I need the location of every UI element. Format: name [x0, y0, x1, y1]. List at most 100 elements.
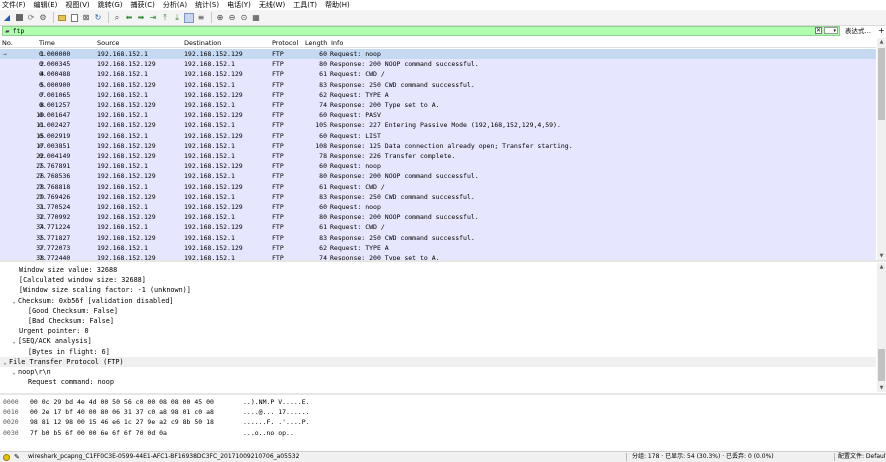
- menu-item[interactable]: 文件(F): [2, 0, 26, 10]
- packet-details-pane[interactable]: Window size value: 32688 [Calculated wind…: [0, 263, 876, 392]
- packet-row[interactable]: 38 7.772440 192.168.152.129 192.168.152.1 FT…: [0, 253, 876, 260]
- scrollbar-thumb[interactable]: [878, 48, 885, 120]
- menu-item[interactable]: 工具(T): [293, 0, 317, 10]
- menu-item[interactable]: 无线(W): [259, 0, 285, 10]
- column-header-source[interactable]: Source: [97, 38, 119, 48]
- menu-item[interactable]: 视图(V): [65, 0, 89, 10]
- packet-row[interactable]: 2 0.000345 192.168.152.129 192.168.152.1 FTP…: [0, 59, 876, 69]
- packet-row[interactable]: 31 7.770524 192.168.152.1 192.168.152.129 FT…: [0, 202, 876, 212]
- column-header-protocol[interactable]: Protocol: [272, 38, 298, 48]
- back-icon[interactable]: ⬅: [124, 13, 134, 23]
- resize-columns-icon[interactable]: ▦: [251, 13, 261, 23]
- packet-cell-len: 105: [315, 121, 327, 130]
- packet-cell-src: 192.168.152.129: [97, 60, 156, 69]
- column-header-length[interactable]: Length: [305, 38, 327, 48]
- packet-row[interactable]: 37 7.772073 192.168.152.1 192.168.152.129 FT…: [0, 243, 876, 253]
- packet-list-scrollbar[interactable]: ▲ ▼: [877, 38, 886, 260]
- packet-row[interactable]: 35 7.771827 192.168.152.129 192.168.152.1 FT…: [0, 233, 876, 243]
- last-icon[interactable]: ⤓: [172, 13, 182, 23]
- scroll-up-icon[interactable]: ▲: [877, 38, 886, 46]
- detail-tree-item[interactable]: [Bad Checksum: False]: [0, 316, 876, 326]
- goto-icon[interactable]: ⇥: [148, 13, 158, 23]
- menu-item[interactable]: 捕获(C): [131, 0, 155, 10]
- first-icon[interactable]: ⤒: [160, 13, 170, 23]
- packet-cell-proto: FTP: [272, 50, 284, 58]
- detail-tree-item[interactable]: Request command: noop: [0, 377, 876, 387]
- detail-tree-item[interactable]: [Calculated window size: 32688]: [0, 275, 876, 285]
- stop-icon[interactable]: [14, 13, 24, 23]
- add-filter-button[interactable]: +: [878, 26, 885, 36]
- zoom-out-icon[interactable]: ⊖: [227, 13, 237, 23]
- autoscroll-icon[interactable]: [184, 12, 194, 23]
- packet-cell-proto: FTP: [272, 131, 284, 140]
- packet-row[interactable]: 4 0.000488 192.168.152.1 192.168.152.129 FTP…: [0, 69, 876, 79]
- scroll-down-icon[interactable]: ▼: [877, 384, 886, 392]
- pane-splitter[interactable]: [0, 260, 886, 262]
- find-icon[interactable]: ⌕: [112, 13, 122, 23]
- packet-list[interactable]: → 1 0.000000 192.168.152.1 192.168.152.129 FT…: [0, 49, 876, 260]
- save-icon[interactable]: [69, 13, 79, 23]
- shark-fin-start-icon[interactable]: ◢: [2, 13, 12, 23]
- apply-filter-dropdown[interactable]: ▾: [824, 27, 838, 34]
- column-header-info[interactable]: Info: [331, 38, 343, 48]
- expert-info-icon[interactable]: [3, 454, 10, 461]
- menu-item[interactable]: 跳转(G): [98, 0, 123, 10]
- options-gear-icon[interactable]: ⚙: [38, 13, 48, 23]
- packet-cell-src: 192.168.152.1: [97, 182, 148, 191]
- packet-row[interactable]: 15 0.002919 192.168.152.1 192.168.152.129 FT…: [0, 131, 876, 141]
- packet-row[interactable]: 11 0.002427 192.168.152.129 192.168.152.1 FT…: [0, 120, 876, 130]
- detail-tree-item[interactable]: ⌄ File Transfer Protocol (FTP): [0, 356, 876, 367]
- detail-tree-item[interactable]: Urgent pointer: 0: [0, 326, 876, 336]
- open-folder-icon[interactable]: [57, 13, 67, 23]
- packet-row[interactable]: 8 0.001257 192.168.152.129 192.168.152.1 FTP…: [0, 100, 876, 110]
- packet-row[interactable]: 7 0.001065 192.168.152.1 192.168.152.129 FTP…: [0, 90, 876, 100]
- profile-label[interactable]: 配置文件: Default: [838, 452, 886, 462]
- detail-tree-item[interactable]: Window size value: 32688: [0, 265, 876, 275]
- bookmark-icon[interactable]: ▰: [5, 28, 10, 35]
- details-scrollbar[interactable]: ▲ ▼: [877, 263, 886, 392]
- menu-item[interactable]: 电话(Y): [227, 0, 251, 10]
- packet-row[interactable]: 5 0.000900 192.168.152.129 192.168.152.1 FTP…: [0, 80, 876, 90]
- detail-tree-item[interactable]: [Window size scaling factor: -1 (unknown…: [0, 285, 876, 295]
- restart-icon[interactable]: ⟳: [26, 13, 36, 23]
- detail-tree-item[interactable]: [Bytes in flight: 6]: [0, 347, 876, 357]
- packet-row[interactable]: → 1 0.000000 192.168.152.1 192.168.152.129 FT…: [0, 49, 876, 60]
- detail-tree-item[interactable]: ⌄ noop\r\n: [0, 367, 876, 377]
- menu-item[interactable]: 编辑(E): [34, 0, 58, 10]
- scroll-up-icon[interactable]: ▲: [877, 263, 886, 271]
- packet-row[interactable]: 34 7.771224 192.168.152.1 192.168.152.129 FT…: [0, 222, 876, 232]
- packet-row[interactable]: 25 7.767891 192.168.152.1 192.168.152.129 FT…: [0, 161, 876, 171]
- column-header-no[interactable]: No.: [2, 38, 13, 48]
- packet-cell-len: 61: [319, 182, 327, 191]
- packet-row[interactable]: 22 0.004149 192.168.152.129 192.168.152.1 FT…: [0, 151, 876, 161]
- clear-filter-icon[interactable]: ✕: [815, 27, 822, 34]
- menu-item[interactable]: 统计(S): [195, 0, 219, 10]
- column-header-time[interactable]: Time: [39, 38, 55, 48]
- packet-row[interactable]: 28 7.768818 192.168.152.1 192.168.152.129 FT…: [0, 182, 876, 192]
- zoom-in-icon[interactable]: ⊕: [215, 13, 225, 23]
- menu-item[interactable]: 帮助(H): [325, 0, 350, 10]
- colorize-icon[interactable]: ≡: [196, 13, 206, 23]
- packet-row[interactable]: 17 0.003851 192.168.152.129 192.168.152.1 FT…: [0, 141, 876, 151]
- packet-bytes-pane[interactable]: 0000 00 0c 29 bd 4e 4d 00 50 56 c0 00 08 …: [0, 396, 876, 448]
- reload-icon[interactable]: ↻: [93, 13, 103, 23]
- menu-item[interactable]: 分析(A): [163, 0, 187, 10]
- packet-row[interactable]: 32 7.770992 192.168.152.129 192.168.152.1 FT…: [0, 212, 876, 222]
- packet-row[interactable]: 26 7.768536 192.168.152.129 192.168.152.1 FT…: [0, 171, 876, 181]
- close-file-icon[interactable]: ⊠: [81, 13, 91, 23]
- scrollbar-thumb[interactable]: [878, 349, 885, 381]
- detail-tree-item[interactable]: [Good Checksum: False]: [0, 306, 876, 316]
- scroll-down-icon[interactable]: ▼: [877, 252, 886, 260]
- detail-tree-item[interactable]: ⌄ Checksum: 0xb56f [validation disabled]: [0, 296, 876, 306]
- zoom-normal-icon[interactable]: ⊙: [239, 13, 249, 23]
- detail-tree-item[interactable]: ⌄ [SEQ/ACK analysis]: [0, 336, 876, 346]
- forward-icon[interactable]: ➡: [136, 13, 146, 23]
- packet-cell-info: Response: 200 NOOP command successful.: [330, 172, 479, 181]
- pane-splitter[interactable]: [0, 393, 886, 395]
- display-filter-input[interactable]: ▰ ftp: [2, 26, 840, 36]
- column-header-destination[interactable]: Destination: [184, 38, 221, 48]
- packet-row[interactable]: 10 0.001647 192.168.152.1 192.168.152.129 FT…: [0, 110, 876, 120]
- packet-row[interactable]: 29 7.769426 192.168.152.129 192.168.152.1 FT…: [0, 192, 876, 202]
- expression-button[interactable]: 表达式…: [845, 26, 871, 36]
- comment-pen-icon[interactable]: ✎: [14, 452, 20, 462]
